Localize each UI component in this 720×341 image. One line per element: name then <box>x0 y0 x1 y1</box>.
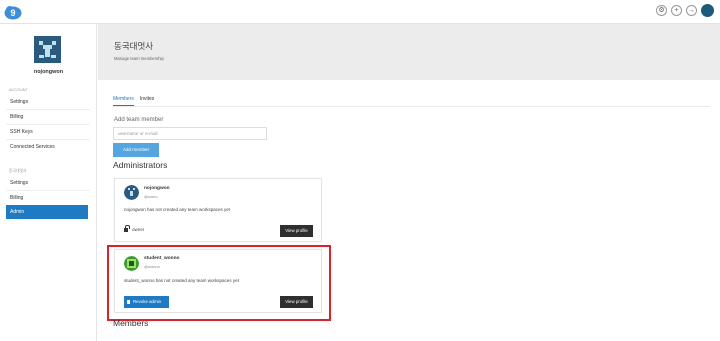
tab-members[interactable]: Members <box>113 96 134 106</box>
members-heading: Members <box>113 318 149 328</box>
sidebar-item-team-settings[interactable]: Settings <box>6 176 88 190</box>
tabs-divider <box>113 106 710 107</box>
owner-text: owner <box>132 227 145 232</box>
sidebar-item-admin[interactable]: Admin <box>6 205 88 219</box>
logout-icon[interactable]: → <box>686 5 697 16</box>
page-title: 동국대멋사 <box>114 41 154 51</box>
plus-icon[interactable]: + <box>671 5 682 16</box>
svg-text:9: 9 <box>10 8 15 18</box>
member-description: nojongwon has not created any team works… <box>124 207 231 212</box>
member-handle: @uwno <box>144 194 158 199</box>
admin-card-owner: nojongwon @uwno nojongwon has not create… <box>114 178 322 242</box>
sidebar-item-ssh-keys[interactable]: SSH Keys <box>6 125 88 139</box>
account-section-label: ACCOUNT <box>9 88 28 92</box>
profile-avatar <box>34 36 61 63</box>
page-subtitle: Manage team membership <box>114 56 164 61</box>
member-avatar <box>124 185 139 200</box>
owner-label: owner <box>124 225 145 232</box>
sidebar-item-connected-services[interactable]: Connected Services <box>6 140 88 154</box>
add-member-label: Add team member <box>114 117 164 123</box>
administrators-heading: Administrators <box>113 160 168 170</box>
tab-invites[interactable]: Invites <box>140 96 154 106</box>
page-header: 동국대멋사 Manage team membership <box>98 24 720 80</box>
team-section-label: 동국대멋사 <box>9 169 27 173</box>
sidebar: nojongwon ACCOUNT Settings Billing SSH K… <box>0 24 97 341</box>
view-profile-button[interactable]: View profile <box>280 225 313 237</box>
lock-icon <box>124 225 130 232</box>
highlight-box <box>107 245 331 321</box>
add-member-button[interactable]: Add member <box>113 143 159 157</box>
member-name[interactable]: nojongwon <box>144 186 170 191</box>
sidebar-item-settings[interactable]: Settings <box>6 95 88 109</box>
gear-icon[interactable]: ⚙ <box>656 5 667 16</box>
cloud9-logo-icon[interactable]: 9 <box>4 4 22 20</box>
sidebar-item-billing[interactable]: Billing <box>6 110 88 124</box>
top-bar: 9 ⚙ + → <box>0 0 720 24</box>
tab-bar: Members Invites <box>113 96 154 106</box>
add-member-input[interactable]: username or e-mail <box>113 127 267 140</box>
sidebar-item-team-billing[interactable]: Billing <box>6 191 88 205</box>
user-avatar-icon[interactable] <box>701 4 714 17</box>
top-icons: ⚙ + → <box>656 4 714 17</box>
sidebar-username: nojongwon <box>33 69 64 75</box>
